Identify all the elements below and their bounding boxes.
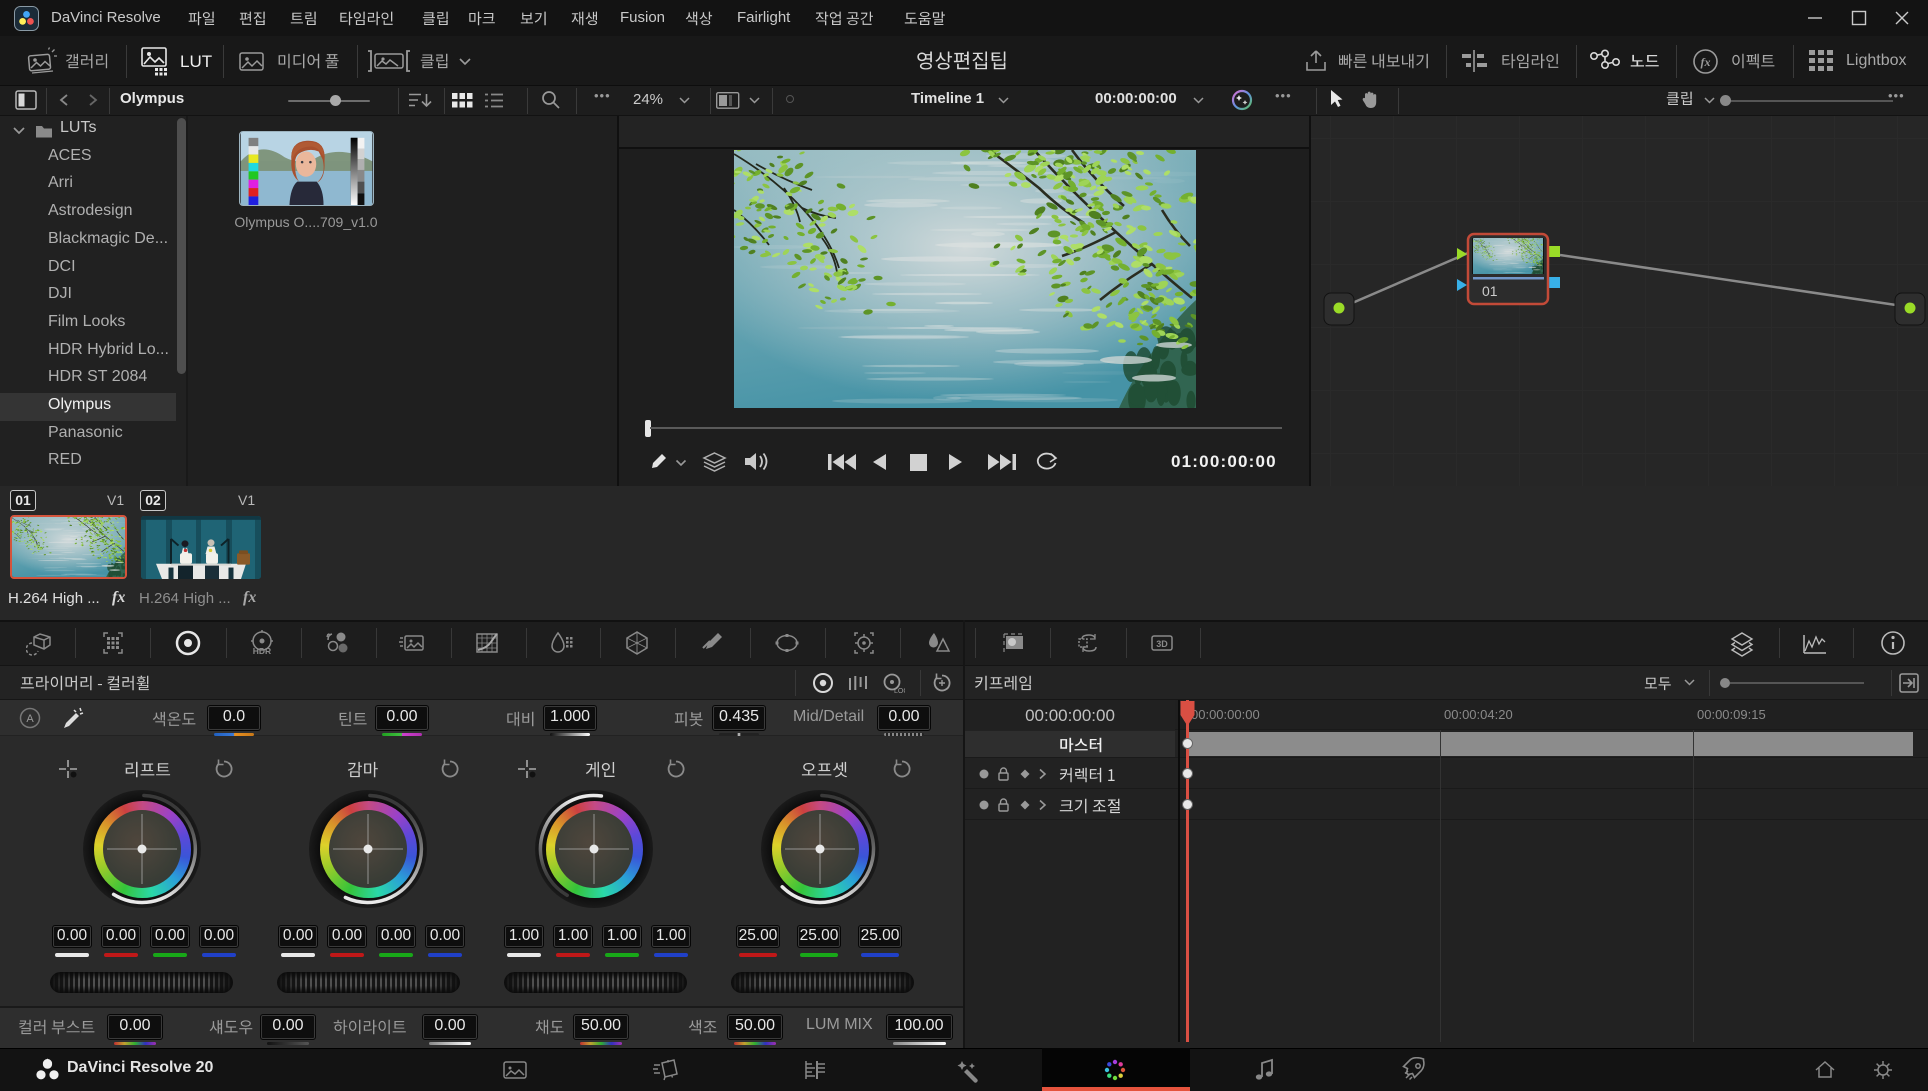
svg-text:LOG: LOG xyxy=(894,688,905,694)
svg-text:01: 01 xyxy=(1482,283,1498,299)
svg-text:HDR: HDR xyxy=(253,646,271,656)
svg-text:fx: fx xyxy=(1701,55,1711,69)
svg-text:A: A xyxy=(26,713,34,725)
svg-text:3D: 3D xyxy=(1156,639,1168,649)
